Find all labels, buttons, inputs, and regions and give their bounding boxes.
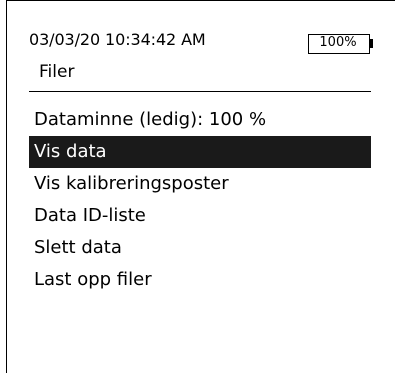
battery-icon: 100% bbox=[308, 34, 373, 54]
battery-level: 100% bbox=[319, 35, 357, 50]
menu-item-upload-files[interactable]: Last opp filer bbox=[29, 264, 371, 296]
files-menu: Dataminne (ledig): 100 % Vis data Vis ka… bbox=[29, 104, 371, 296]
menu-item-view-data[interactable]: Vis data bbox=[29, 136, 371, 168]
screen-title: Filer bbox=[39, 62, 75, 82]
menu-item-delete-data[interactable]: Slett data bbox=[29, 232, 371, 264]
title-divider bbox=[29, 91, 371, 92]
menu-item-view-calibration-records[interactable]: Vis kalibreringsposter bbox=[29, 168, 371, 200]
menu-item-data-id-list[interactable]: Data ID-liste bbox=[29, 200, 371, 232]
menu-item-data-memory[interactable]: Dataminne (ledig): 100 % bbox=[29, 104, 371, 136]
datetime-display: 03/03/20 10:34:42 AM bbox=[29, 30, 206, 49]
battery-terminal bbox=[370, 39, 373, 48]
